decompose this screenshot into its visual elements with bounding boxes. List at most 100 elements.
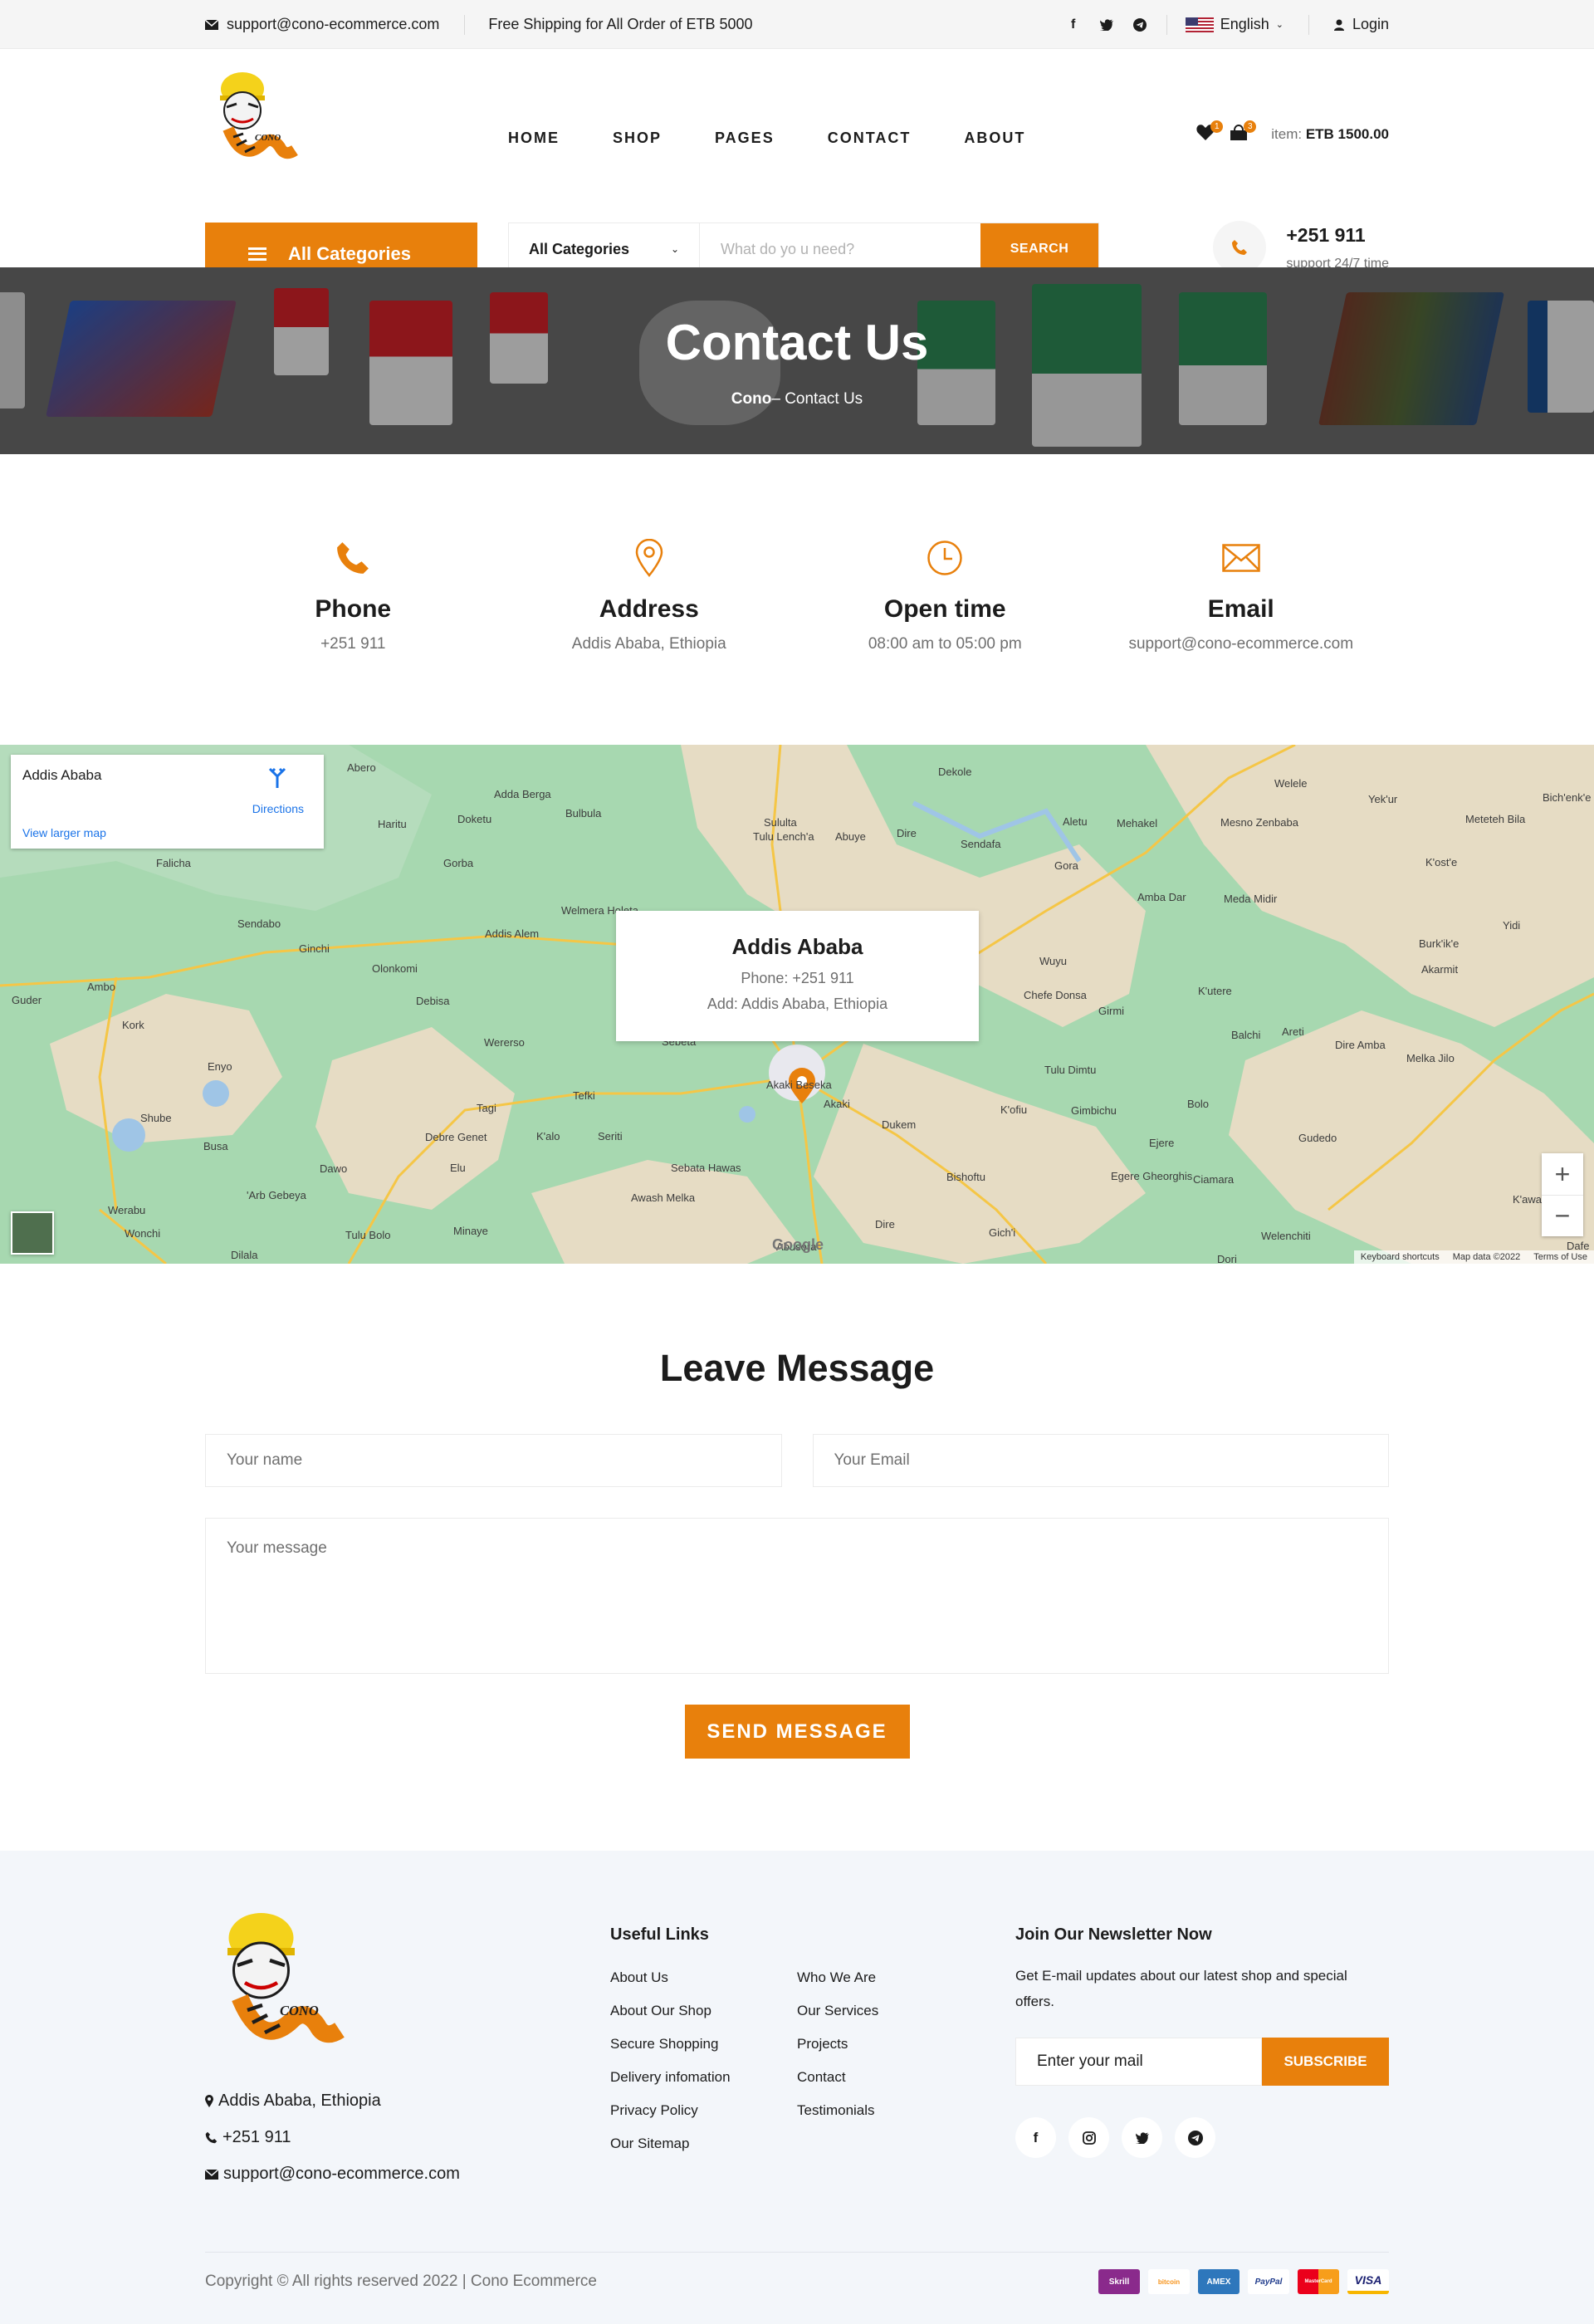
telegram-icon[interactable] [1132, 17, 1148, 32]
telegram-icon[interactable] [1175, 2117, 1215, 2158]
map-place-label: Wererso [484, 1036, 525, 1049]
info-address-value: Addis Ababa, Ethiopia [571, 635, 726, 653]
link-delivery-information[interactable]: Delivery infomation [610, 2069, 797, 2085]
item-total: ETB 1500.00 [1305, 126, 1389, 142]
map-place-label: Areti [1282, 1025, 1304, 1038]
user-icon [1333, 19, 1344, 31]
map-place-label: Mesno Zenbaba [1220, 816, 1298, 829]
directions-link[interactable]: Directions [252, 802, 304, 815]
nav-home[interactable]: HOME [508, 130, 560, 147]
email-field[interactable]: Your Email [812, 1434, 1389, 1487]
map-place-label: Abuye [835, 830, 866, 843]
map-place-label: Shube [140, 1112, 172, 1124]
cart-total: item: ETB 1500.00 [1271, 126, 1389, 143]
map-place-label: Wuyu [1039, 955, 1067, 967]
newsletter-title: Join Our Newsletter Now [1015, 1925, 1212, 1944]
map-place-label: Gimbichu [1071, 1104, 1117, 1117]
top-email[interactable]: support@cono-ecommerce.com [205, 16, 439, 33]
map-marker-icon [205, 2095, 213, 2107]
info-address-title: Address [599, 595, 699, 623]
map-place-label: Tulu Dimtu [1044, 1064, 1097, 1076]
facebook-icon[interactable]: f [1015, 2117, 1056, 2158]
mastercard-icon: MasterCard [1298, 2269, 1339, 2294]
map-place-label: Egere Gheorghis [1111, 1170, 1193, 1182]
satellite-toggle[interactable] [11, 1211, 54, 1255]
logo-text: CONO [255, 133, 281, 143]
map-place-label: Ejere [1149, 1137, 1175, 1149]
link-our-sitemap[interactable]: Our Sitemap [610, 2136, 797, 2151]
map-place-label: Bulbula [565, 807, 602, 820]
link-projects[interactable]: Projects [797, 2036, 984, 2052]
hamburger-icon [248, 247, 266, 261]
map-place-label: Chefe Donsa [1024, 989, 1087, 1001]
breadcrumb-home[interactable]: Cono [731, 390, 772, 408]
language-selector[interactable]: English ⌄ [1166, 14, 1309, 35]
cart-button[interactable]: 3 [1230, 120, 1257, 145]
terms-of-use-link[interactable]: Terms of Use [1533, 1252, 1587, 1262]
instagram-icon[interactable] [1068, 2117, 1109, 2158]
info-phone-value: +251 911 [320, 635, 386, 653]
map-place-label: Bich'enk'e [1543, 791, 1592, 804]
facebook-icon[interactable]: f [1065, 17, 1082, 32]
login-link[interactable]: Login [1309, 16, 1389, 33]
footer-bottom: Copyright © All rights reserved 2022 | C… [205, 2252, 1389, 2294]
map-place-label: Aletu [1063, 815, 1088, 828]
map-place-card: Addis Ababa Directions View larger map [11, 755, 324, 849]
zoom-out-button[interactable]: − [1542, 1195, 1583, 1236]
footer-social: f [1015, 2117, 1389, 2158]
link-about-us[interactable]: About Us [610, 1969, 797, 1985]
twitter-icon[interactable] [1122, 2117, 1162, 2158]
map-place-label: Kork [122, 1019, 144, 1031]
map-place-label: Sebata Hawas [671, 1162, 741, 1174]
view-larger-map-link[interactable]: View larger map [22, 826, 106, 839]
map-place-label: Dire [875, 1218, 895, 1230]
nav-about[interactable]: ABOUT [964, 130, 1025, 147]
map-place-label: Gich'i [989, 1226, 1016, 1239]
footer-email[interactable]: support@cono-ecommerce.com [223, 2165, 460, 2184]
top-email-text: support@cono-ecommerce.com [227, 16, 440, 32]
subscribe-button[interactable]: SUBSCRIBE [1262, 2038, 1389, 2086]
header-phone-number: +251 911 [1286, 223, 1366, 246]
footer-logo[interactable]: CONO [205, 1901, 354, 2050]
link-privacy-policy[interactable]: Privacy Policy [610, 2102, 797, 2118]
cono-logo[interactable]: CONO [205, 64, 305, 164]
name-field[interactable]: Your name [205, 1434, 782, 1487]
link-testimonials[interactable]: Testimonials [797, 2102, 984, 2118]
amex-icon: AMEX [1198, 2269, 1240, 2294]
twitter-icon[interactable] [1098, 18, 1115, 31]
map-place-label: Abero [347, 761, 376, 774]
newsletter-email-input[interactable] [1015, 2038, 1262, 2086]
info-phone-title: Phone [315, 595, 392, 623]
google-map[interactable]: Abero Adda Berga Bulbula Dekole Welele Yek'ur… [0, 745, 1594, 1264]
nav-shop[interactable]: SHOP [613, 130, 662, 147]
envelope-icon [1093, 537, 1390, 579]
link-secure-shopping[interactable]: Secure Shopping [610, 2036, 797, 2052]
map-place-label: Minaye [453, 1225, 488, 1237]
map-place-label: Dawo [320, 1162, 348, 1175]
link-contact[interactable]: Contact [797, 2069, 984, 2085]
nav-contact[interactable]: CONTACT [828, 130, 912, 147]
language-label: English [1220, 16, 1269, 32]
info-email: Email support@cono-ecommerce.com [1093, 537, 1390, 745]
useful-links-title: Useful Links [610, 1925, 709, 1944]
visa-icon: VISA [1347, 2269, 1389, 2294]
map-place-label: Ciamara [1193, 1173, 1235, 1186]
map-place-label: Ginchi [299, 942, 330, 955]
wishlist-button[interactable]: 1 [1196, 120, 1224, 145]
link-about-our-shop[interactable]: About Our Shop [610, 2003, 797, 2018]
link-our-services[interactable]: Our Services [797, 2003, 984, 2018]
page-hero: Contact Us Cono– Contact Us [0, 267, 1594, 454]
map-popup-title: Addis Ababa [731, 934, 863, 959]
zoom-in-button[interactable]: + [1542, 1153, 1583, 1195]
map-place-label: Akaki [824, 1098, 850, 1110]
keyboard-shortcuts-link[interactable]: Keyboard shortcuts [1361, 1252, 1440, 1262]
directions-icon[interactable] [266, 766, 289, 790]
nav-pages[interactable]: PAGES [715, 130, 775, 147]
map-place-label: Dukem [882, 1118, 917, 1131]
send-message-button[interactable]: SEND MESSAGE [684, 1705, 910, 1759]
map-place-label: Enyo [208, 1060, 232, 1073]
map-place-label: Yidi [1503, 919, 1521, 932]
link-who-we-are[interactable]: Who We Are [797, 1969, 984, 1985]
map-place-label: Tagi [477, 1102, 496, 1114]
message-field[interactable]: Your message [205, 1518, 1389, 1674]
